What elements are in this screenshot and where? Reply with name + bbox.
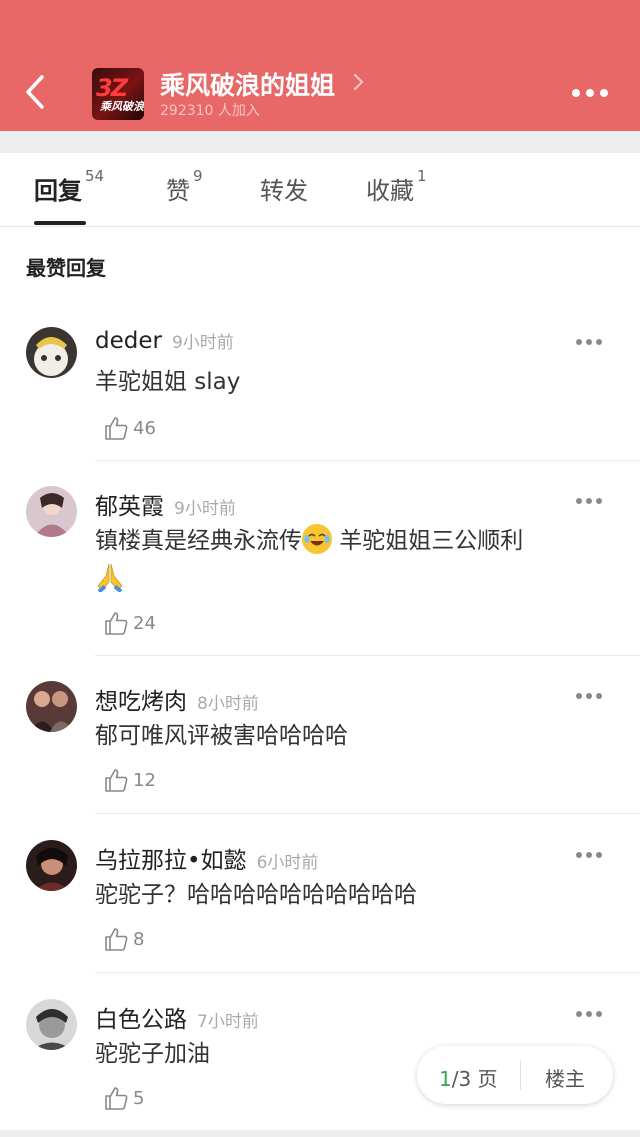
tab-count: 9 xyxy=(193,167,203,185)
active-tab-indicator xyxy=(34,221,86,225)
current-page: 1 xyxy=(439,1067,452,1091)
page-navigator: 1/3 页 楼主 xyxy=(417,1046,613,1104)
group-member-count: 292310 人加入 xyxy=(160,103,260,119)
divider-band xyxy=(0,131,640,153)
username[interactable]: 郁英霞 xyxy=(95,494,164,520)
comment-time: 7小时前 xyxy=(197,1012,259,1032)
page-indicator[interactable]: 1/3 页 xyxy=(439,1063,498,1092)
comment-text: 驼驼子？哈哈哈哈哈哈哈哈哈哈 xyxy=(95,882,417,908)
avatar[interactable] xyxy=(26,840,77,891)
comment-more-icon[interactable] xyxy=(576,339,604,347)
group-header: 3Z 乘风破浪 乘风破浪的姐姐 292310 人加入 xyxy=(0,0,640,131)
comment-more-icon[interactable] xyxy=(576,693,604,701)
only-owner-button[interactable]: 楼主 xyxy=(545,1063,585,1092)
tab-label: 转发 xyxy=(260,177,308,205)
avatar[interactable] xyxy=(26,486,77,537)
avatar-logo-text: 乘风破浪 xyxy=(100,100,144,113)
comment-divider xyxy=(95,460,640,461)
bottom-divider xyxy=(0,1130,640,1137)
thumbs-up-icon xyxy=(105,769,128,792)
tab-count: 54 xyxy=(85,167,105,185)
comment-author[interactable]: 白色公路 7小时前 xyxy=(95,1000,259,1034)
comment-text: 郁可唯风评被害哈哈哈哈 xyxy=(95,723,348,749)
tab-reposts[interactable]: 转发 xyxy=(260,171,308,206)
tab-count: 1 xyxy=(417,167,427,185)
like-count: 46 xyxy=(133,418,156,439)
comment-divider xyxy=(95,655,640,656)
username[interactable]: 白色公路 xyxy=(95,1007,187,1033)
comment-time: 9小时前 xyxy=(174,499,236,519)
comment-time: 8小时前 xyxy=(197,694,259,714)
thumbs-up-icon xyxy=(105,417,128,440)
back-arrow-icon[interactable] xyxy=(22,72,52,112)
comment-text: 镇楼真是经典永流传 羊驼姐姐三公顺利 xyxy=(95,522,615,598)
tab-label: 赞 xyxy=(166,177,190,205)
avatar[interactable] xyxy=(26,681,77,732)
like-count: 8 xyxy=(133,929,145,950)
avatar[interactable] xyxy=(26,999,77,1050)
comment-author[interactable]: 乌拉那拉•如懿 6小时前 xyxy=(95,841,318,875)
tab-likes[interactable]: 赞9 xyxy=(166,167,203,206)
like-count: 24 xyxy=(133,613,156,634)
pager-divider xyxy=(520,1060,521,1090)
tab-favorites[interactable]: 收藏1 xyxy=(366,167,427,206)
thumbs-up-icon xyxy=(105,928,128,951)
page-total: /3 页 xyxy=(451,1067,498,1091)
comment-divider xyxy=(95,972,640,973)
like-count: 5 xyxy=(133,1088,145,1109)
comment-more-icon[interactable] xyxy=(576,852,604,860)
comment-author[interactable]: 想吃烤肉 8小时前 xyxy=(95,682,259,716)
more-options-icon[interactable] xyxy=(570,87,610,99)
comment-more-icon[interactable] xyxy=(576,1011,604,1019)
tab-replies[interactable]: 回复54 xyxy=(34,167,104,206)
comment-time: 6小时前 xyxy=(256,853,319,873)
username[interactable]: 想吃烤肉 xyxy=(95,689,187,715)
comment-divider xyxy=(95,813,640,814)
avatar[interactable] xyxy=(26,327,77,378)
comment-author[interactable]: deder 9小时前 xyxy=(95,328,234,354)
group-avatar[interactable]: 3Z 乘风破浪 xyxy=(92,68,144,120)
comment-text: 羊驼姐姐 slay xyxy=(95,369,241,395)
like-count: 12 xyxy=(133,770,156,791)
section-title: 最赞回复 xyxy=(26,256,106,280)
username[interactable]: deder xyxy=(95,328,162,354)
tab-label: 回复 xyxy=(34,177,82,205)
group-title[interactable]: 乘风破浪的姐姐 xyxy=(160,66,335,102)
comment-more-icon[interactable] xyxy=(576,498,604,506)
comment-time: 9小时前 xyxy=(171,333,234,353)
chevron-right-icon[interactable] xyxy=(352,72,366,92)
praying-hands-emoji-icon xyxy=(95,563,125,594)
tab-bar: 回复54 赞9 转发 收藏1 xyxy=(0,153,640,227)
tab-label: 收藏 xyxy=(366,177,414,205)
comment-text-part: 镇楼真是经典永流传 xyxy=(95,528,302,554)
thumbs-up-icon xyxy=(105,1087,128,1110)
comment-author[interactable]: 郁英霞 9小时前 xyxy=(95,487,236,521)
laughing-tears-emoji-icon xyxy=(302,524,332,554)
username[interactable]: 乌拉那拉•如懿 xyxy=(95,848,247,874)
thumbs-up-icon xyxy=(105,612,128,635)
comment-text-part: 羊驼姐姐三公顺利 xyxy=(332,528,524,554)
